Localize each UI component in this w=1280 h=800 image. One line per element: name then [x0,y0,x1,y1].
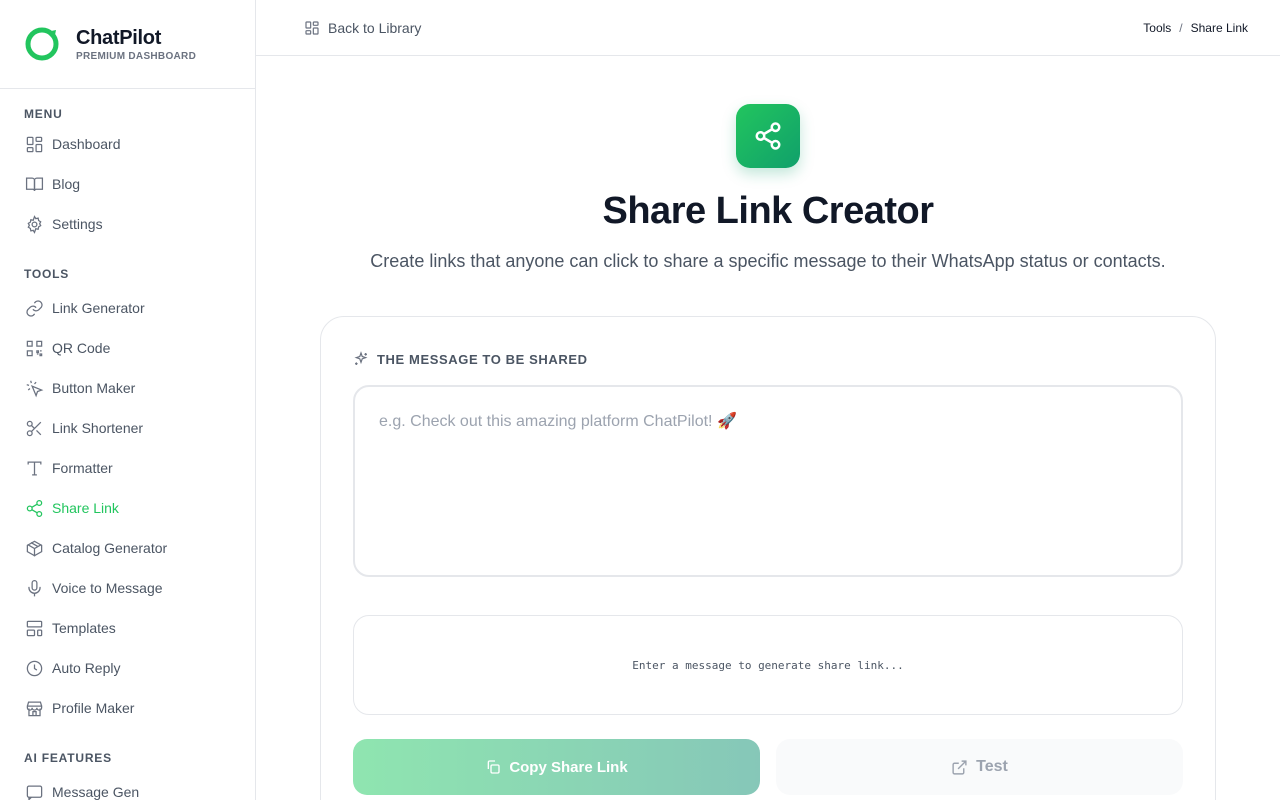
sidebar-item-catalog-generator[interactable]: Catalog Generator [0,528,255,568]
sidebar-item-label: Templates [52,620,116,636]
sidebar-item-share-link[interactable]: Share Link [0,488,255,528]
layout-icon [24,618,44,638]
scissors-icon [24,418,44,438]
message-field-label: THE MESSAGE TO BE SHARED [353,351,588,367]
cursor-click-icon [24,378,44,398]
sidebar-item-message-gen[interactable]: Message Gen [0,772,255,800]
back-label: Back to Library [328,19,422,36]
copy-icon [487,760,500,774]
gear-icon [24,214,44,234]
ai-features-section-title: AI FEATURES [24,751,112,765]
back-to-library-link[interactable]: Back to Library [304,20,421,36]
brand-subtitle: PREMIUM DASHBOARD [76,50,197,62]
message-icon [24,782,44,800]
share-link-card: THE MESSAGE TO BE SHARED Enter a message… [320,316,1216,800]
qr-icon [24,338,44,358]
sparkles-icon [354,351,368,365]
copy-button-label: Copy Share Link [509,758,628,776]
sidebar-item-label: Auto Reply [52,660,121,676]
brand-header: ChatPilot PREMIUM DASHBOARD [0,0,255,89]
sidebar-item-label: Message Gen [52,784,140,800]
sidebar-item-settings[interactable]: Settings [0,204,255,244]
share-icon [736,104,800,168]
topbar: Back to Library Tools / Share Link [256,0,1280,56]
link-icon [24,298,44,318]
sidebar-item-label: Link Generator [52,300,145,316]
sidebar-item-label: Settings [52,216,103,232]
sidebar-item-label: Blog [52,176,81,192]
main-content: Share Link Creator Create links that any… [256,56,1280,800]
message-label-text: THE MESSAGE TO BE SHARED [377,351,588,367]
breadcrumb-share-link: Share Link [1190,20,1248,35]
external-link-icon [952,759,967,775]
sidebar-item-label: Catalog Generator [52,540,168,556]
test-button[interactable]: Test [776,739,1183,795]
store-icon [24,698,44,718]
sidebar-item-blog[interactable]: Blog [0,164,255,204]
clock-icon [24,658,44,678]
grid-icon [24,134,44,154]
page-subtitle: Create links that anyone can click to sh… [370,251,1166,271]
book-icon [24,174,44,194]
sidebar-item-label: Profile Maker [52,700,135,716]
breadcrumb: Tools / Share Link [1143,21,1248,35]
share-icon [24,498,44,518]
menu-section-title: MENU [24,107,63,121]
test-button-label: Test [976,758,1008,775]
preview-text: Enter a message to generate share link..… [632,658,904,672]
sidebar-item-formatter[interactable]: Formatter [0,448,255,488]
sidebar-item-button-maker[interactable]: Button Maker [0,368,255,408]
sidebar-item-label: Share Link [52,500,119,516]
breadcrumb-separator: / [1179,20,1183,35]
sidebar-item-label: Voice to Message [52,580,163,596]
sidebar-item-profile-maker[interactable]: Profile Maker [0,688,255,728]
sidebar-item-templates[interactable]: Templates [0,608,255,648]
sidebar-item-label: Button Maker [52,380,136,396]
sidebar-item-auto-reply[interactable]: Auto Reply [0,648,255,688]
sidebar-item-label: QR Code [52,340,111,356]
copy-share-link-button[interactable]: Copy Share Link [353,739,760,795]
sidebar-item-label: Formatter [52,460,113,476]
sidebar-item-link-generator[interactable]: Link Generator [0,288,255,328]
sidebar: ChatPilot PREMIUM DASHBOARD MENU Dashboa… [0,0,256,800]
message-input[interactable] [353,385,1183,577]
grid-icon [305,20,319,35]
tools-section-title: TOOLS [24,267,70,281]
sidebar-item-dashboard[interactable]: Dashboard [0,124,255,164]
sidebar-item-label: Link Shortener [52,420,144,436]
sidebar-item-link-shortener[interactable]: Link Shortener [0,408,255,448]
sidebar-item-label: Dashboard [52,136,121,152]
share-link-preview: Enter a message to generate share link..… [353,615,1183,715]
breadcrumb-tools[interactable]: Tools [1143,21,1171,35]
chatpilot-logo-icon [25,27,59,61]
brand-name: ChatPilot [76,26,162,49]
mic-icon [24,578,44,598]
type-icon [24,458,44,478]
sidebar-item-qr-code[interactable]: QR Code [0,328,255,368]
box-icon [24,538,44,558]
page-title: Share Link Creator [602,190,935,232]
sidebar-item-voice-to-message[interactable]: Voice to Message [0,568,255,608]
